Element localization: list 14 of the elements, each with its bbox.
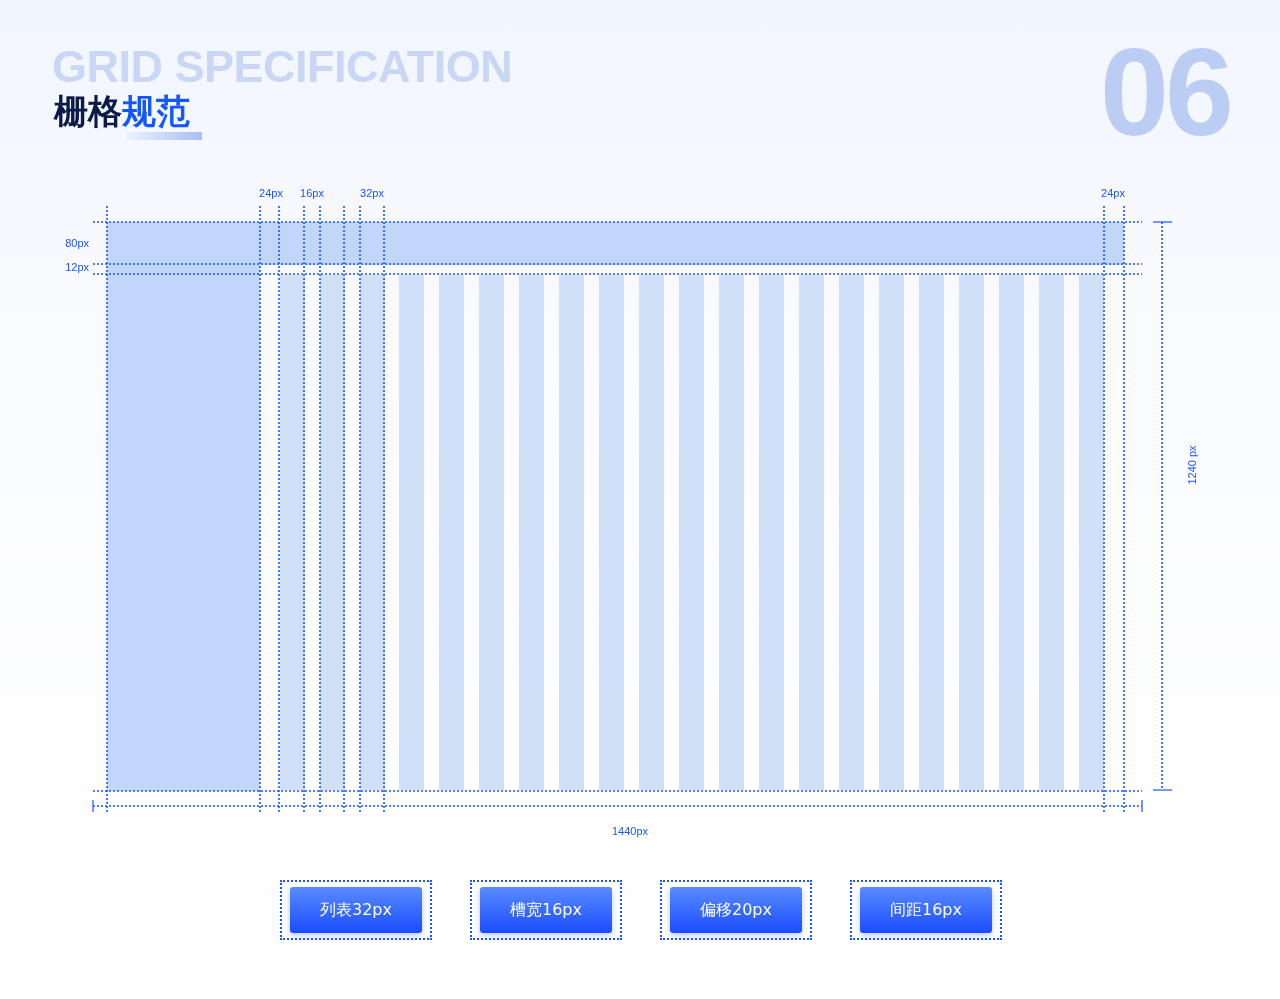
spec-button[interactable]: 列表32px bbox=[290, 887, 422, 933]
dimension-label: 24px bbox=[1101, 187, 1125, 199]
dimension-label: 80px bbox=[65, 237, 89, 249]
dimension-label: 32px bbox=[360, 187, 384, 199]
page-title: 栅格规范 bbox=[52, 90, 191, 132]
dimension-label: 12px bbox=[65, 261, 89, 273]
dimension-label: 16px bbox=[300, 187, 324, 199]
spec-button[interactable]: 槽宽16px bbox=[480, 887, 612, 933]
width-label: 1440px bbox=[611, 825, 649, 837]
height-label: 1240 px bbox=[1186, 445, 1198, 485]
spec-button[interactable]: 偏移20px bbox=[670, 887, 802, 933]
dimension-label: 24px bbox=[259, 187, 283, 199]
page-number: 06 bbox=[1100, 30, 1230, 154]
spec-button[interactable]: 间距16px bbox=[860, 887, 992, 933]
